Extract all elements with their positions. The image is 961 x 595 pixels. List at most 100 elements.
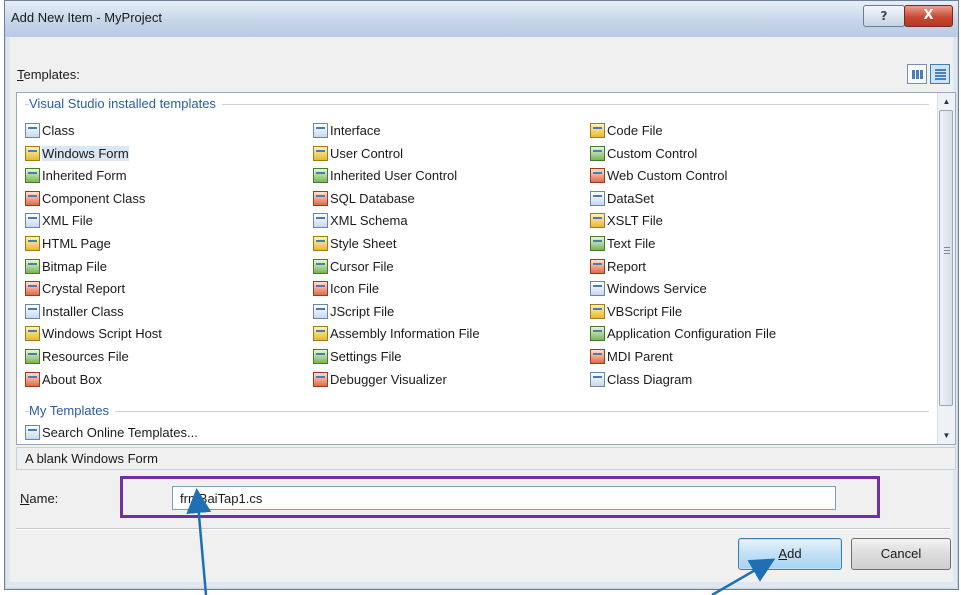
template-item-label: Class xyxy=(42,123,75,138)
settings-file-icon xyxy=(313,349,328,364)
template-item-label: Resources File xyxy=(42,349,129,364)
template-item[interactable]: Debugger Visualizer xyxy=(313,369,447,390)
scroll-thumb[interactable] xyxy=(939,110,953,406)
resources-file-icon xyxy=(25,349,40,364)
help-button[interactable]: ? xyxy=(863,5,905,27)
jscript-file-icon xyxy=(313,303,328,319)
xml-file-icon xyxy=(25,213,40,229)
template-item-label: Report xyxy=(607,258,647,274)
template-item-label: Custom Control xyxy=(607,145,698,161)
class-icon xyxy=(25,123,40,138)
cancel-button[interactable]: Cancel xyxy=(851,538,951,570)
app-config-icon xyxy=(590,326,605,342)
large-icons-view-button[interactable] xyxy=(907,64,927,84)
template-item[interactable]: Installer Class xyxy=(25,301,124,322)
grip-icon xyxy=(944,247,950,254)
web-custom-control-icon xyxy=(590,168,605,184)
template-item[interactable]: Cursor File xyxy=(313,256,394,277)
template-item[interactable]: DataSet xyxy=(590,188,654,209)
template-item[interactable]: XSLT File xyxy=(590,210,663,231)
template-item[interactable]: Windows Service xyxy=(590,278,707,299)
template-item[interactable]: About Box xyxy=(25,369,102,390)
template-description: A blank Windows Form xyxy=(16,447,956,470)
template-item-label: Code File xyxy=(607,123,663,138)
group-header-installed: Visual Studio installed templates xyxy=(29,96,222,111)
templates-list[interactable]: Visual Studio installed templates Class W… xyxy=(16,92,956,445)
template-item[interactable]: User Control xyxy=(313,143,403,164)
windows-service-icon xyxy=(590,281,605,297)
template-item[interactable]: Application Configuration File xyxy=(590,323,776,344)
xml-schema-icon xyxy=(313,213,328,229)
title-bar[interactable]: Add New Item - MyProject ? X xyxy=(5,1,958,37)
template-item[interactable]: Windows Script Host xyxy=(25,323,162,344)
template-item[interactable]: Code File xyxy=(590,120,663,141)
template-item[interactable]: Search Online Templates... xyxy=(25,422,198,443)
template-item[interactable]: HTML Page xyxy=(25,233,111,254)
assembly-info-icon xyxy=(313,326,328,342)
html-page-icon xyxy=(25,236,40,251)
inherited-form-icon xyxy=(25,168,40,184)
dialog-title: Add New Item - MyProject xyxy=(11,10,162,25)
template-item[interactable]: Custom Control xyxy=(590,143,697,164)
template-item-label: About Box xyxy=(42,371,102,387)
name-label: Name: xyxy=(20,491,59,506)
interface-icon xyxy=(313,123,328,138)
template-item-label: HTML Page xyxy=(42,236,111,251)
template-item-label: Style Sheet xyxy=(330,236,397,251)
template-item[interactable]: VBScript File xyxy=(590,301,682,322)
template-item[interactable]: Resources File xyxy=(25,346,129,367)
template-item-label: Search Online Templates... xyxy=(42,425,198,440)
small-icons-view-button[interactable] xyxy=(930,64,950,84)
template-item[interactable]: Settings File xyxy=(313,346,402,367)
template-item-label: XSLT File xyxy=(607,213,663,229)
template-item[interactable]: Web Custom Control xyxy=(590,165,727,186)
template-item-label: Icon File xyxy=(330,281,380,297)
template-item[interactable]: MDI Parent xyxy=(590,346,673,367)
template-item[interactable]: XML File xyxy=(25,210,93,231)
xslt-file-icon xyxy=(590,213,605,229)
template-item[interactable]: Style Sheet xyxy=(313,233,397,254)
small-icons-icon xyxy=(935,69,946,80)
template-item-label: Assembly Information File xyxy=(330,326,480,342)
large-icons-icon xyxy=(912,70,923,79)
template-item-label: Bitmap File xyxy=(42,258,108,274)
vbscript-file-icon xyxy=(590,303,605,319)
text-file-icon xyxy=(590,236,605,251)
debugger-visualizer-icon xyxy=(313,371,328,387)
template-item[interactable]: XML Schema xyxy=(313,210,408,231)
template-item-label: Web Custom Control xyxy=(607,168,728,184)
template-item[interactable]: Class xyxy=(25,120,75,141)
template-item[interactable]: Inherited User Control xyxy=(313,165,457,186)
template-item[interactable]: SQL Database xyxy=(313,188,415,209)
template-item[interactable]: Windows Form xyxy=(25,143,129,164)
template-item[interactable]: Text File xyxy=(590,233,655,254)
add-new-item-dialog: Add New Item - MyProject ? X Templates: … xyxy=(4,0,959,590)
template-item[interactable]: Assembly Information File xyxy=(313,323,480,344)
template-item-label: XML File xyxy=(42,213,93,229)
about-box-icon xyxy=(25,371,40,387)
template-item[interactable]: Inherited Form xyxy=(25,165,127,186)
windows-script-host-icon xyxy=(25,326,40,342)
user-control-icon xyxy=(313,145,328,161)
search-online-icon xyxy=(25,425,40,440)
template-item[interactable]: JScript File xyxy=(313,301,394,322)
template-item[interactable]: Report xyxy=(590,256,646,277)
template-item-label: Inherited User Control xyxy=(330,168,458,184)
templates-scrollbar[interactable]: ▲ ▼ xyxy=(937,93,955,444)
template-item-label: Windows Service xyxy=(607,281,707,297)
sql-database-icon xyxy=(313,190,328,206)
close-button[interactable]: X xyxy=(904,5,953,27)
template-item-label: Text File xyxy=(607,236,656,251)
add-button[interactable]: Add xyxy=(738,538,842,570)
mdi-parent-icon xyxy=(590,349,605,364)
template-item[interactable]: Icon File xyxy=(313,278,379,299)
dataset-icon xyxy=(590,190,605,206)
template-item[interactable]: Crystal Report xyxy=(25,278,125,299)
separator xyxy=(16,528,950,530)
scroll-down-arrow-icon[interactable]: ▼ xyxy=(938,427,955,444)
template-item[interactable]: Component Class xyxy=(25,188,145,209)
scroll-up-arrow-icon[interactable]: ▲ xyxy=(938,93,955,110)
template-item[interactable]: Bitmap File xyxy=(25,256,107,277)
template-item[interactable]: Class Diagram xyxy=(590,369,692,390)
template-item[interactable]: Interface xyxy=(313,120,381,141)
